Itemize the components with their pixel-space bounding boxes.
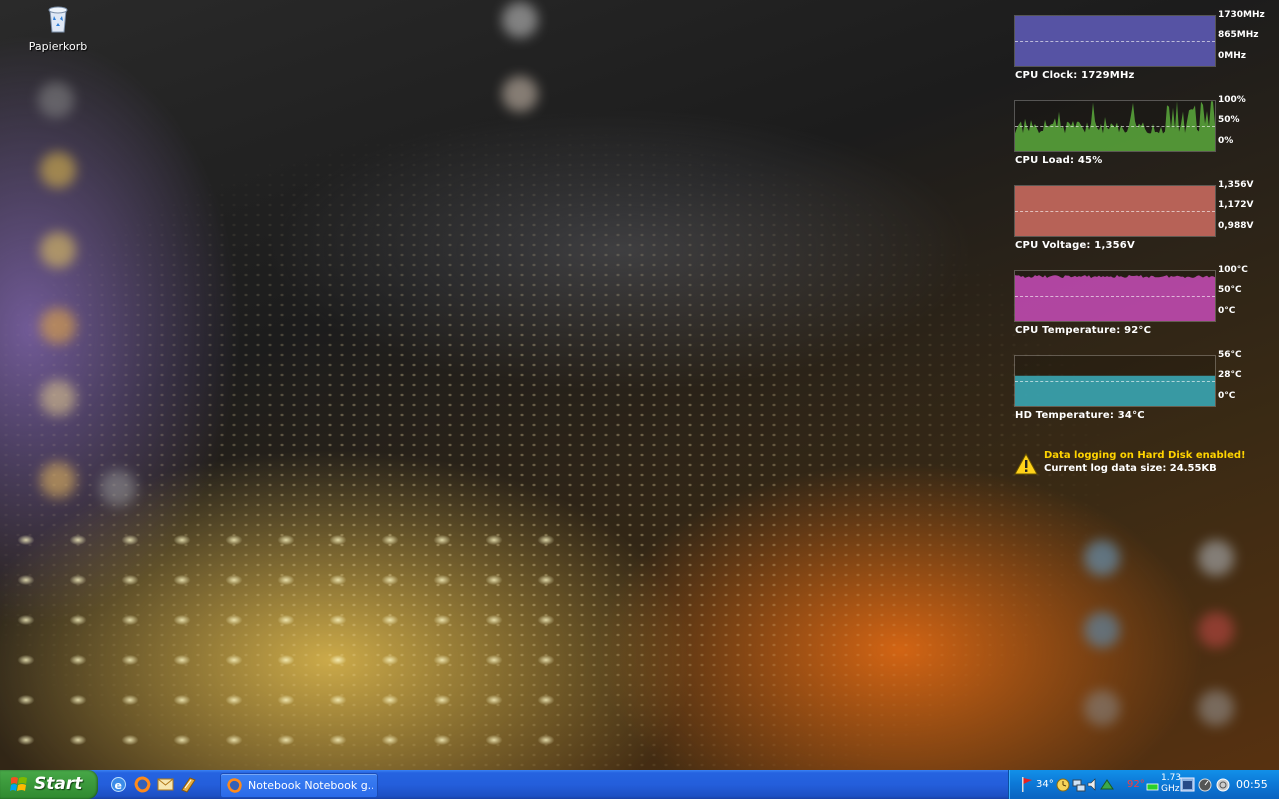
tick-mid: 50°C [1218,285,1242,295]
cpu-voltage-graph [1014,185,1216,237]
desktop-icon-recycle-bin[interactable]: Papierkorb [18,2,98,53]
blurred-desktop-icon[interactable] [1198,612,1234,648]
blurred-desktop-icon[interactable] [1198,540,1234,576]
taskbar-window-title: Notebook Notebook g... [248,779,373,792]
clock-gadget-icon[interactable] [1056,776,1070,793]
cpu-voltage-monitor: 1,356V 1,172V 0,988V CPU Voltage: 1,356V [1014,180,1274,251]
blurred-desktop-icon[interactable] [1084,690,1120,726]
cpu-load-monitor: 100% 50% 0% CPU Load: 45% [1014,95,1274,166]
flag-icon[interactable] [1021,776,1033,793]
tray-cpu-frequency[interactable]: 1.73 [1161,773,1181,783]
recycle-bin-label: Papierkorb [28,40,88,53]
firefox-icon [227,778,242,793]
hd-temperature-caption: HD Temperature: 34°C [1015,410,1145,421]
blurred-desktop-icon[interactable] [40,232,76,268]
logging-notice: Data logging on Hard Disk enabled! Curre… [1014,450,1274,480]
cpu-clock-graph [1014,15,1216,67]
cpu-load-caption: CPU Load: 45% [1015,155,1103,166]
tick-max: 100% [1218,95,1246,105]
cpu-load-graph [1014,100,1216,152]
graph-midline [1015,381,1215,382]
blurred-desktop-icon[interactable] [502,76,538,112]
blurred-desktop-icon[interactable] [40,152,76,188]
internet-explorer-icon[interactable]: e [110,776,127,793]
tick-mid: 1,172V [1218,200,1254,210]
volume-icon[interactable] [1087,776,1099,793]
blurred-desktop-icon[interactable] [1084,540,1120,576]
monitor-window-icon[interactable] [1180,776,1195,793]
tick-mid: 865MHz [1218,30,1259,40]
battery-icon[interactable] [1146,776,1160,793]
tick-min: 0°C [1218,306,1236,316]
cpu-temperature-monitor: 100°C 50°C 0°C CPU Temperature: 92°C [1014,265,1274,336]
network-icon[interactable] [1072,776,1086,793]
graph-fill [1015,275,1215,321]
graph-midline [1015,41,1215,42]
blurred-desktop-icon[interactable] [100,470,136,506]
recycle-bin-icon [48,6,68,33]
speedometer-icon[interactable] [1198,776,1212,793]
cpu-voltage-caption: CPU Voltage: 1,356V [1015,240,1135,251]
tick-max: 1730MHz [1218,10,1265,20]
svg-text:e: e [115,779,122,792]
notice-detail: Current log data size: 24.55KB [1044,463,1217,474]
tick-max: 56°C [1218,350,1242,360]
windows-logo-icon [10,777,27,791]
cpu-clock-caption: CPU Clock: 1729MHz [1015,70,1135,81]
start-label: Start [34,774,83,794]
tick-min: 0MHz [1218,51,1246,61]
notice-title: Data logging on Hard Disk enabled! [1044,450,1246,461]
taskbar: Start e Notebook Notebook g... 34° 92° 1… [0,770,1279,799]
tray-cpu-frequency-unit: GHz [1161,784,1180,794]
graph-midline [1015,126,1215,127]
cpu-temperature-graph [1014,270,1216,322]
security-center-icon[interactable] [1216,776,1230,793]
taskbar-window-button[interactable]: Notebook Notebook g... [220,773,378,798]
tick-min: 0°C [1218,391,1236,401]
tray-cpu-temperature[interactable]: 92° [1127,779,1145,790]
blurred-desktop-icon[interactable] [40,308,76,344]
blurred-desktop-icon[interactable] [1198,690,1234,726]
blurred-desktop-icon[interactable] [502,2,538,38]
cpu-temperature-caption: CPU Temperature: 92°C [1015,325,1152,336]
blurred-desktop-icon[interactable] [40,462,76,498]
graph-midline [1015,211,1215,212]
wallpaper-large-dots [0,520,560,770]
tick-min: 0,988V [1218,221,1254,231]
cpu-clock-monitor: 1730MHz 865MHz 0MHz CPU Clock: 1729MHz [1014,10,1274,81]
blurred-desktop-icon[interactable] [1084,612,1120,648]
tick-mid: 50% [1218,115,1240,125]
thunderbird-mail-icon[interactable] [157,776,174,793]
hardware-monitor-icon[interactable] [1100,776,1114,793]
tick-min: 0% [1218,136,1234,146]
tick-mid: 28°C [1218,370,1242,380]
tray-temperature[interactable]: 34° [1036,779,1054,790]
tick-max: 1,356V [1218,180,1254,190]
start-button[interactable]: Start [0,770,98,799]
tick-max: 100°C [1218,265,1248,275]
firefox-icon[interactable] [134,776,151,793]
hd-temperature-monitor: 56°C 28°C 0°C HD Temperature: 34°C [1014,350,1274,421]
hd-temperature-graph [1014,355,1216,407]
warning-icon [1014,453,1038,475]
graph-midline [1015,296,1215,297]
show-desktop-icon[interactable] [180,776,197,793]
blurred-desktop-icon[interactable] [38,82,74,118]
taskbar-clock[interactable]: 00:55 [1236,778,1268,791]
blurred-desktop-icon[interactable] [40,380,76,416]
